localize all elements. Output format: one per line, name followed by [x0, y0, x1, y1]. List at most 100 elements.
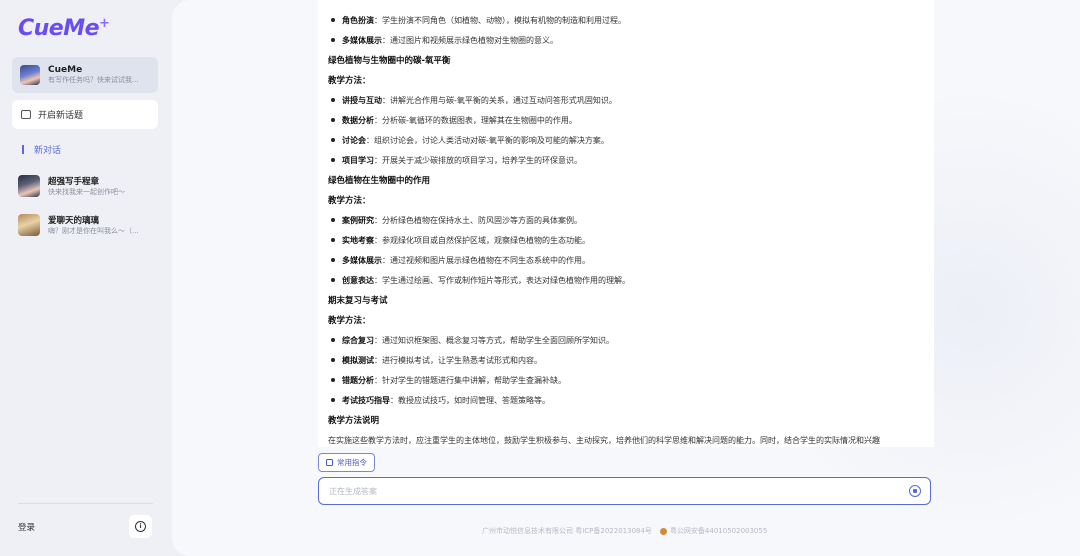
- bullet-item: 模拟测试 ：进行模拟考试，让学生熟悉考试形式和内容。: [328, 350, 924, 370]
- bullet-item: 讨论会 ：组织讨论会，讨论人类活动对碳-氧平衡的影响及可能的解决方案。: [328, 130, 924, 150]
- bullet-key: 综合复习: [342, 335, 374, 345]
- bullet-text: ：开展关于减少碳排放的项目学习，培养学生的环保意识。: [374, 155, 582, 165]
- police-badge-icon: [659, 527, 667, 535]
- bullet-item: 考试技巧指导 ：教授应试技巧，如时间管理、答题策略等。: [328, 390, 924, 410]
- common-commands-label: 常用指令: [337, 458, 367, 467]
- new-chat-label: 新对话: [34, 146, 62, 156]
- bullet-key: 创意表达: [342, 275, 374, 285]
- bullet-text: ：通过视频和图片展示绿色植物在不同生态系统中的作用。: [382, 255, 590, 265]
- bullet-dot: [331, 258, 335, 262]
- section-heading: 教学方法：: [328, 196, 371, 206]
- sidebar-item-new-chat[interactable]: 新对话: [22, 143, 61, 156]
- bullet-item: 多媒体展示 ：通过图片和视频展示绿色植物对生物圈的意义。: [328, 30, 924, 50]
- bullet-dot: [331, 18, 335, 22]
- chat-name: 超强写手程章: [48, 177, 100, 187]
- section-heading: 教学方法：: [328, 76, 371, 86]
- bullet-text: ：学生扮演不同角色（如植物、动物），模拟有机物的制造和利用过程。: [374, 15, 626, 25]
- bullet-item: 案例研究 ：分析绿色植物在保持水土、防风固沙等方面的具体案例。: [328, 210, 924, 230]
- chat-item[interactable]: 爱聊天的璃璃 嗨？刚才是你在叫我么～（...: [18, 212, 163, 238]
- chat-bubble-icon: [21, 110, 31, 119]
- bullet-key: 实地考察: [342, 235, 374, 245]
- bullet-dot: [331, 98, 335, 102]
- info-button[interactable]: i: [129, 515, 152, 538]
- bullet-text: ：学生通过绘画、写作或制作短片等形式，表达对绿色植物作用的理解。: [374, 275, 630, 285]
- login-link[interactable]: 登录: [18, 521, 35, 533]
- section-heading: 教学方法：: [328, 316, 371, 326]
- bullet-key: 项目学习: [342, 155, 374, 165]
- sidebar-divider: [18, 503, 153, 504]
- profile-card[interactable]: CueMe 有写作任务吗？快来试试我...: [12, 57, 158, 93]
- bullet-text: ：组织讨论会，讨论人类活动对碳-氧平衡的影响及可能的解决方案。: [366, 135, 609, 145]
- section-heading: 教学方法说明: [328, 416, 380, 426]
- bullet-text: ：分析碳-氧循环的数据图表，理解其在生物圈中的作用。: [374, 115, 577, 125]
- bullet-text: ：通过图片和视频展示绿色植物对生物圈的意义。: [382, 35, 558, 45]
- bullet-dot: [331, 38, 335, 42]
- new-topic-button[interactable]: 开启新话题: [12, 100, 158, 129]
- command-icon: [326, 459, 333, 466]
- answer-content: 角色扮演 ：学生扮演不同角色（如植物、动物），模拟有机物的制造和利用过程。 多媒体展…: [318, 0, 934, 447]
- app-logo[interactable]: CueMe+: [18, 16, 110, 41]
- bullet-item: 讲授与互动 ：讲解光合作用与碳-氧平衡的关系，通过互动问答形式巩固知识。: [328, 90, 924, 110]
- bullet-key: 角色扮演: [342, 15, 374, 25]
- sidebar: CueMe+ CueMe 有写作任务吗？快来试试我... 开启新话题 新对话 超…: [0, 0, 172, 556]
- active-indicator: [22, 145, 24, 154]
- footer: 广州市动悦信息技术有限公司 粤ICP备2022013084号 粤公网安备4401…: [482, 526, 767, 536]
- bullet-item: 实地考察 ：参观绿化项目或自然保护区域，观察绿色植物的生态功能。: [328, 230, 924, 250]
- bullet-dot: [331, 358, 335, 362]
- bullet-dot: [331, 238, 335, 242]
- bullet-key: 模拟测试: [342, 355, 374, 365]
- bullet-item: 数据分析 ：分析碳-氧循环的数据图表，理解其在生物圈中的作用。: [328, 110, 924, 130]
- footer-police: 粤公网安备44010502003055: [669, 527, 768, 535]
- stop-generating-button[interactable]: [909, 485, 921, 497]
- bullet-text: ：分析绿色植物在保持水土、防风固沙等方面的具体案例。: [374, 215, 582, 225]
- chat-avatar: [18, 175, 40, 197]
- bullet-text: ：进行模拟考试，让学生熟悉考试形式和内容。: [374, 355, 542, 365]
- main-panel: 角色扮演 ：学生扮演不同角色（如植物、动物），模拟有机物的制造和利用过程。 多媒体展…: [172, 0, 1080, 556]
- bullet-key: 数据分析: [342, 115, 374, 125]
- bullet-text: ：通过知识框架图、概念复习等方式，帮助学生全面回顾所学知识。: [374, 335, 614, 345]
- section-heading: 绿色植物与生物圈中的碳-氧平衡: [328, 56, 451, 66]
- bullet-text: ：教授应试技巧，如时间管理、答题策略等。: [390, 395, 550, 405]
- profile-subtitle: 有写作任务吗？快来试试我...: [48, 76, 139, 84]
- bullet-key: 错题分析: [342, 375, 374, 385]
- chat-preview: 快来找我来一起创作吧～: [48, 188, 125, 196]
- bullet-dot: [331, 218, 335, 222]
- bullet-item: 多媒体展示 ：通过视频和图片展示绿色植物在不同生态系统中的作用。: [328, 250, 924, 270]
- footer-company: 广州市动悦信息技术有限公司 粤ICP备2022013084号: [482, 527, 652, 535]
- bullet-dot: [331, 398, 335, 402]
- section-heading: 期末复习与考试: [328, 296, 388, 306]
- bullet-key: 多媒体展示: [342, 255, 382, 265]
- cueme-avatar: [20, 65, 40, 85]
- bullet-dot: [331, 118, 335, 122]
- chat-preview: 嗨？刚才是你在叫我么～（...: [48, 227, 139, 235]
- bullet-item: 项目学习 ：开展关于减少碳排放的项目学习，培养学生的环保意识。: [328, 150, 924, 170]
- chat-avatar: [18, 214, 40, 236]
- info-icon: i: [135, 521, 146, 532]
- bullet-key: 案例研究: [342, 215, 374, 225]
- bullet-item: 角色扮演 ：学生扮演不同角色（如植物、动物），模拟有机物的制造和利用过程。: [328, 10, 924, 30]
- bullet-key: 考试技巧指导: [342, 395, 390, 405]
- bullet-dot: [331, 278, 335, 282]
- section-heading: 绿色植物在生物圈中的作用: [328, 176, 431, 186]
- profile-name: CueMe: [48, 65, 83, 75]
- bullet-key: 讲授与互动: [342, 95, 382, 105]
- bullet-item: 综合复习 ：通过知识框架图、概念复习等方式，帮助学生全面回顾所学知识。: [328, 330, 924, 350]
- bullet-text: ：针对学生的错题进行集中讲解，帮助学生查漏补缺。: [374, 375, 566, 385]
- bullet-item: 创意表达 ：学生通过绘画、写作或制作短片等形式，表达对绿色植物作用的理解。: [328, 270, 924, 290]
- bullet-dot: [331, 338, 335, 342]
- bullet-key: 多媒体展示: [342, 35, 382, 45]
- bullet-text: ：讲解光合作用与碳-氧平衡的关系，通过互动问答形式巩固知识。: [382, 95, 617, 105]
- logo-text: CueMe: [18, 16, 100, 41]
- chat-input[interactable]: [327, 485, 909, 497]
- bullet-text: ：参观绿化项目或自然保护区域，观察绿色植物的生态功能。: [374, 235, 590, 245]
- bullet-dot: [331, 138, 335, 142]
- chat-input-box[interactable]: [318, 477, 931, 505]
- paragraph: 在实施这些教学方法时，应注重学生的主体地位，鼓励学生积极参与、主动探究，培养他们…: [328, 435, 880, 445]
- new-topic-label: 开启新话题: [38, 111, 84, 121]
- bullet-dot: [331, 158, 335, 162]
- common-commands-button[interactable]: 常用指令: [318, 453, 375, 472]
- chat-name: 爱聊天的璃璃: [48, 216, 100, 226]
- chat-item[interactable]: 超强写手程章 快来找我来一起创作吧～: [18, 173, 163, 199]
- bullet-key: 讨论会: [342, 135, 366, 145]
- logo-plus: +: [99, 16, 110, 31]
